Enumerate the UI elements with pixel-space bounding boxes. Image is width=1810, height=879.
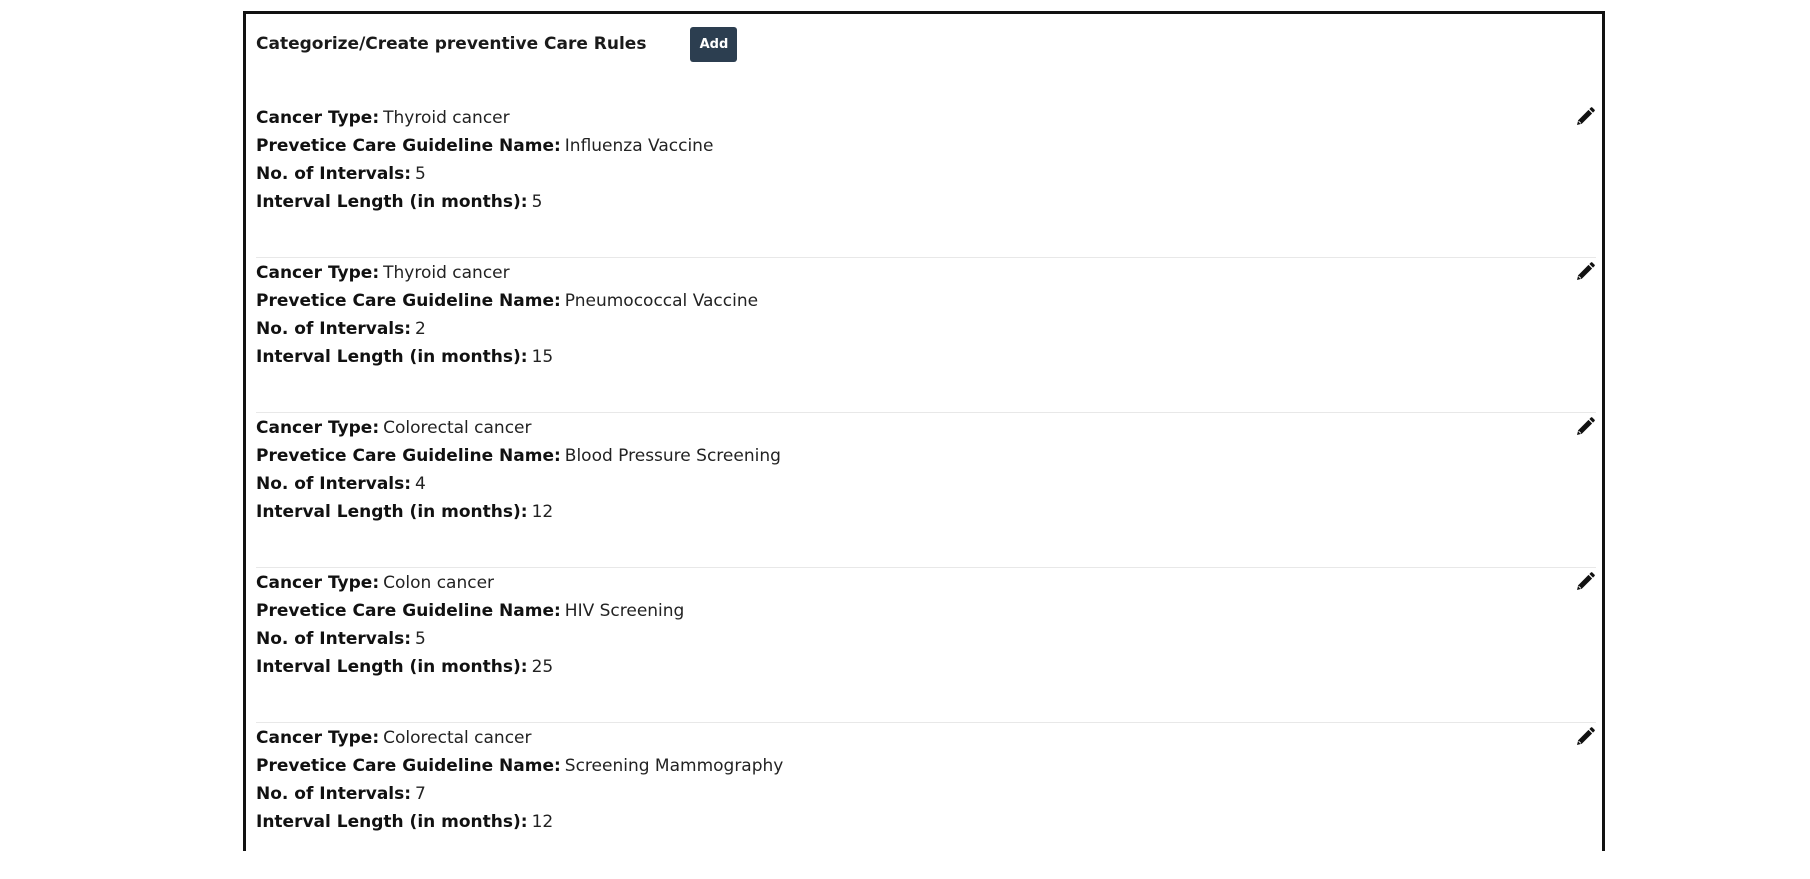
rule-item: Cancer Type: Colorectal cancer Prevetice … [256, 724, 1596, 878]
guideline-name-value: Blood Pressure Screening [564, 446, 781, 466]
cancer-type-label: Cancer Type: [256, 263, 380, 283]
num-intervals-label: No. of Intervals: [256, 319, 412, 339]
cancer-type-label: Cancer Type: [256, 108, 380, 128]
cancer-type-value: Thyroid cancer [383, 108, 510, 128]
num-intervals-value: 4 [415, 474, 426, 494]
edit-pencil-icon[interactable] [1574, 106, 1596, 128]
rule-item: Cancer Type: Thyroid cancer Prevetice Car… [256, 104, 1596, 258]
cancer-type-value: Colon cancer [383, 573, 495, 593]
cancer-type-row: Cancer Type: Colorectal cancer [256, 724, 1596, 752]
num-intervals-label: No. of Intervals: [256, 784, 412, 804]
num-intervals-row: No. of Intervals: 5 [256, 160, 1596, 188]
cancer-type-label: Cancer Type: [256, 573, 380, 593]
edit-pencil-icon[interactable] [1574, 726, 1596, 748]
interval-length-row: Interval Length (in months): 25 [256, 653, 1596, 681]
cancer-type-row: Cancer Type: Colon cancer [256, 569, 1596, 597]
num-intervals-label: No. of Intervals: [256, 629, 412, 649]
interval-length-label: Interval Length (in months): [256, 657, 528, 677]
guideline-name-value: Influenza Vaccine [564, 136, 714, 156]
page-title: Categorize/Create preventive Care Rules [256, 34, 647, 54]
cancer-type-label: Cancer Type: [256, 728, 380, 748]
interval-length-value: 15 [531, 347, 554, 367]
guideline-name-value: HIV Screening [564, 601, 685, 621]
rule-item: Cancer Type: Thyroid cancer Prevetice Car… [256, 259, 1596, 413]
guideline-name-row: Prevetice Care Guideline Name: Influenza … [256, 132, 1596, 160]
cancer-type-row: Cancer Type: Thyroid cancer [256, 104, 1596, 132]
num-intervals-value: 5 [415, 164, 426, 184]
interval-length-label: Interval Length (in months): [256, 192, 528, 212]
guideline-name-label: Prevetice Care Guideline Name: [256, 446, 561, 466]
interval-length-value: 12 [531, 502, 554, 522]
num-intervals-row: No. of Intervals: 4 [256, 470, 1596, 498]
guideline-name-label: Prevetice Care Guideline Name: [256, 136, 561, 156]
num-intervals-row: No. of Intervals: 5 [256, 625, 1596, 653]
cancer-type-row: Cancer Type: Thyroid cancer [256, 259, 1596, 287]
interval-length-row: Interval Length (in months): 15 [256, 343, 1596, 371]
preventive-care-rules-panel: Categorize/Create preventive Care Rules … [243, 11, 1605, 851]
interval-length-label: Interval Length (in months): [256, 812, 528, 832]
num-intervals-value: 2 [415, 319, 426, 339]
rule-list: Cancer Type: Thyroid cancer Prevetice Car… [256, 104, 1596, 879]
num-intervals-value: 5 [415, 629, 426, 649]
rule-item: Cancer Type: Colon cancer Prevetice Care … [256, 569, 1596, 723]
interval-length-value: 5 [531, 192, 543, 212]
interval-length-row: Interval Length (in months): 12 [256, 498, 1596, 526]
guideline-name-row: Prevetice Care Guideline Name: Pneumococc… [256, 287, 1596, 315]
num-intervals-value: 7 [415, 784, 426, 804]
guideline-name-value: Pneumococcal Vaccine [564, 291, 759, 311]
interval-length-value: 12 [531, 812, 554, 832]
panel-header: Categorize/Create preventive Care Rules … [256, 24, 738, 64]
interval-length-label: Interval Length (in months): [256, 347, 528, 367]
interval-length-row: Interval Length (in months): 5 [256, 188, 1596, 216]
num-intervals-row: No. of Intervals: 7 [256, 780, 1596, 808]
interval-length-value: 25 [531, 657, 554, 677]
num-intervals-label: No. of Intervals: [256, 164, 412, 184]
add-rule-button[interactable]: Add [690, 26, 738, 62]
cancer-type-value: Colorectal cancer [383, 418, 532, 438]
cancer-type-label: Cancer Type: [256, 418, 380, 438]
guideline-name-value: Screening Mammography [564, 756, 784, 776]
guideline-name-row: Prevetice Care Guideline Name: HIV Screen… [256, 597, 1596, 625]
interval-length-label: Interval Length (in months): [256, 502, 528, 522]
interval-length-row: Interval Length (in months): 12 [256, 808, 1596, 836]
cancer-type-value: Colorectal cancer [383, 728, 532, 748]
guideline-name-label: Prevetice Care Guideline Name: [256, 291, 561, 311]
guideline-name-row: Prevetice Care Guideline Name: Blood Pres… [256, 442, 1596, 470]
guideline-name-row: Prevetice Care Guideline Name: Screening … [256, 752, 1596, 780]
cancer-type-value: Thyroid cancer [383, 263, 510, 283]
guideline-name-label: Prevetice Care Guideline Name: [256, 601, 561, 621]
cancer-type-row: Cancer Type: Colorectal cancer [256, 414, 1596, 442]
guideline-name-label: Prevetice Care Guideline Name: [256, 756, 561, 776]
edit-pencil-icon[interactable] [1574, 571, 1596, 593]
num-intervals-label: No. of Intervals: [256, 474, 412, 494]
num-intervals-row: No. of Intervals: 2 [256, 315, 1596, 343]
rule-item: Cancer Type: Colorectal cancer Prevetice … [256, 414, 1596, 568]
edit-pencil-icon[interactable] [1574, 416, 1596, 438]
edit-pencil-icon[interactable] [1574, 261, 1596, 283]
